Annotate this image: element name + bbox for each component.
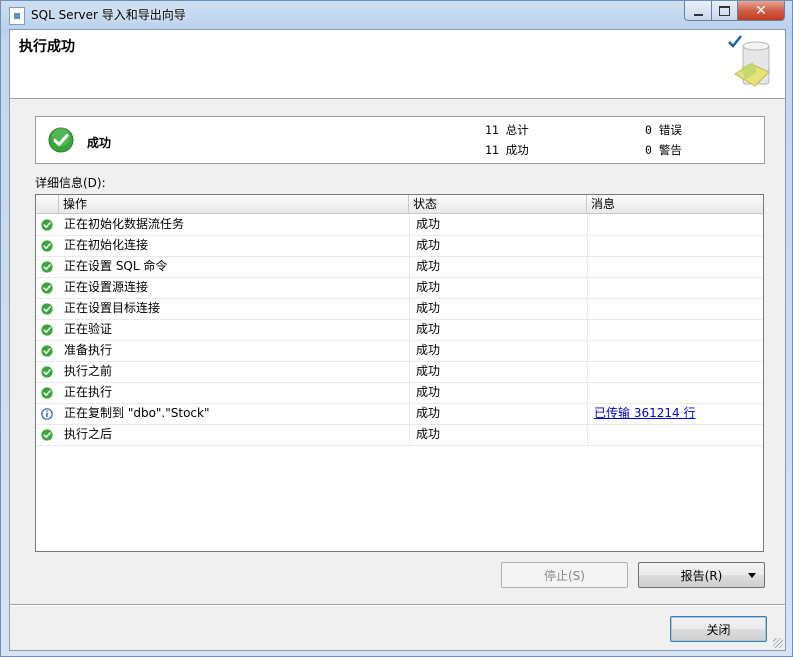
table-row[interactable]: 正在验证 成功 bbox=[36, 319, 763, 341]
table-row[interactable]: 执行之前 成功 bbox=[36, 361, 763, 383]
row-message bbox=[587, 277, 763, 298]
maximize-icon bbox=[719, 5, 730, 16]
success-icon bbox=[41, 261, 53, 273]
dropdown-arrow-icon bbox=[748, 573, 756, 578]
success-icon bbox=[41, 219, 53, 231]
success-count: 11 bbox=[485, 143, 499, 157]
wizard-client-area: 执行成功 成功 11 总计 11 成功 0 错误 0 警告 详细信息(D): 操… bbox=[9, 29, 786, 651]
row-status: 成功 bbox=[409, 361, 587, 382]
success-icon bbox=[41, 345, 53, 357]
app-icon bbox=[9, 7, 25, 25]
close-window-button[interactable]: ✕ bbox=[737, 1, 785, 21]
transfer-details-link[interactable]: 已传输 361214 行 bbox=[594, 406, 695, 420]
row-action: 正在初始化数据流任务 bbox=[64, 217, 185, 231]
column-header-action[interactable]: 操作 bbox=[59, 195, 409, 213]
header-band: 执行成功 bbox=[10, 30, 785, 99]
column-header-status[interactable]: 状态 bbox=[409, 195, 587, 213]
table-row[interactable]: 正在复制到 "dbo"."Stock" 成功 已传输 361214 行 bbox=[36, 403, 763, 425]
success-icon bbox=[41, 387, 53, 399]
success-stat: 11 成功 bbox=[485, 142, 529, 158]
summary-status: 成功 bbox=[87, 136, 112, 150]
close-icon: ✕ bbox=[755, 2, 767, 19]
row-status: 成功 bbox=[409, 424, 587, 445]
column-header-message[interactable]: 消息 bbox=[587, 195, 763, 213]
footer-separator bbox=[10, 604, 785, 606]
table-row[interactable]: 正在初始化连接 成功 bbox=[36, 235, 763, 257]
row-message bbox=[587, 214, 763, 235]
success-icon bbox=[41, 240, 53, 252]
success-label: 成功 bbox=[505, 143, 529, 157]
row-action: 正在初始化连接 bbox=[64, 238, 149, 252]
row-status: 成功 bbox=[409, 256, 587, 277]
row-status: 成功 bbox=[409, 277, 587, 298]
row-action: 正在设置源连接 bbox=[64, 280, 149, 294]
table-row[interactable]: 正在设置 SQL 命令 成功 bbox=[36, 256, 763, 278]
row-action: 正在验证 bbox=[64, 322, 113, 336]
error-label: 错误 bbox=[658, 123, 682, 137]
row-action: 正在执行 bbox=[64, 385, 113, 399]
success-icon bbox=[41, 324, 53, 336]
title-bar[interactable]: SQL Server 导入和导出向导 ✕ bbox=[1, 1, 792, 29]
row-status: 成功 bbox=[409, 382, 587, 403]
row-status: 成功 bbox=[409, 340, 587, 361]
table-row[interactable]: 正在执行 成功 bbox=[36, 382, 763, 404]
row-status: 成功 bbox=[409, 403, 587, 424]
close-button[interactable]: 关闭 bbox=[670, 616, 767, 642]
warning-stat: 0 警告 bbox=[645, 142, 682, 158]
table-row[interactable]: 执行之后 成功 bbox=[36, 424, 763, 446]
maximize-button[interactable] bbox=[711, 1, 738, 21]
total-stat: 11 总计 bbox=[485, 122, 529, 138]
grid-header: 操作 状态 消息 bbox=[36, 195, 763, 214]
row-status: 成功 bbox=[409, 214, 587, 235]
row-message[interactable]: 已传输 361214 行 bbox=[587, 403, 763, 424]
row-status: 成功 bbox=[409, 319, 587, 340]
error-count: 0 bbox=[645, 123, 652, 137]
report-button-label: 报告(R) bbox=[680, 568, 723, 583]
minimize-icon bbox=[693, 13, 703, 16]
row-message bbox=[587, 340, 763, 361]
row-action: 正在设置 SQL 命令 bbox=[64, 259, 168, 273]
window-title: SQL Server 导入和导出向导 bbox=[31, 8, 186, 22]
table-row[interactable]: 正在设置源连接 成功 bbox=[36, 277, 763, 299]
wizard-logo-icon bbox=[728, 35, 770, 87]
success-icon bbox=[41, 429, 53, 441]
row-action: 正在复制到 "dbo"."Stock" bbox=[64, 406, 210, 420]
row-message bbox=[587, 382, 763, 403]
row-action: 执行之后 bbox=[64, 427, 113, 441]
row-message bbox=[587, 424, 763, 445]
total-count: 11 bbox=[485, 123, 499, 137]
details-label: 详细信息(D): bbox=[35, 176, 106, 190]
row-status: 成功 bbox=[409, 298, 587, 319]
summary-panel: 成功 11 总计 11 成功 0 错误 0 警告 bbox=[35, 116, 765, 164]
row-action: 正在设置目标连接 bbox=[64, 301, 161, 315]
error-stat: 0 错误 bbox=[645, 122, 682, 138]
table-row[interactable]: 正在设置目标连接 成功 bbox=[36, 298, 763, 320]
success-icon bbox=[48, 127, 74, 153]
success-icon bbox=[41, 303, 53, 315]
wizard-window: SQL Server 导入和导出向导 ✕ 执行成功 成功 11 总计 11 成功… bbox=[0, 0, 793, 657]
minimize-button[interactable] bbox=[684, 1, 712, 21]
row-action: 准备执行 bbox=[64, 343, 113, 357]
stop-button[interactable]: 停止(S) bbox=[501, 562, 628, 588]
row-message bbox=[587, 319, 763, 340]
success-icon bbox=[41, 282, 53, 294]
row-message bbox=[587, 298, 763, 319]
warning-count: 0 bbox=[645, 143, 652, 157]
row-status: 成功 bbox=[409, 235, 587, 256]
warning-label: 警告 bbox=[658, 143, 682, 157]
report-button[interactable]: 报告(R) bbox=[638, 562, 765, 588]
resize-grip-icon[interactable] bbox=[773, 638, 783, 648]
success-icon bbox=[41, 366, 53, 378]
table-row[interactable]: 准备执行 成功 bbox=[36, 340, 763, 362]
row-message bbox=[587, 235, 763, 256]
info-icon bbox=[41, 408, 53, 420]
row-message bbox=[587, 361, 763, 382]
details-grid[interactable]: 操作 状态 消息 正在初始化数据流任务 成功 正在初始化连接 成功 正在设置 SQL 命… bbox=[35, 194, 764, 552]
column-header-icon bbox=[36, 195, 59, 213]
row-action: 执行之前 bbox=[64, 364, 113, 378]
row-message bbox=[587, 256, 763, 277]
total-label: 总计 bbox=[505, 123, 529, 137]
page-title: 执行成功 bbox=[19, 39, 75, 55]
table-row[interactable]: 正在初始化数据流任务 成功 bbox=[36, 214, 763, 236]
